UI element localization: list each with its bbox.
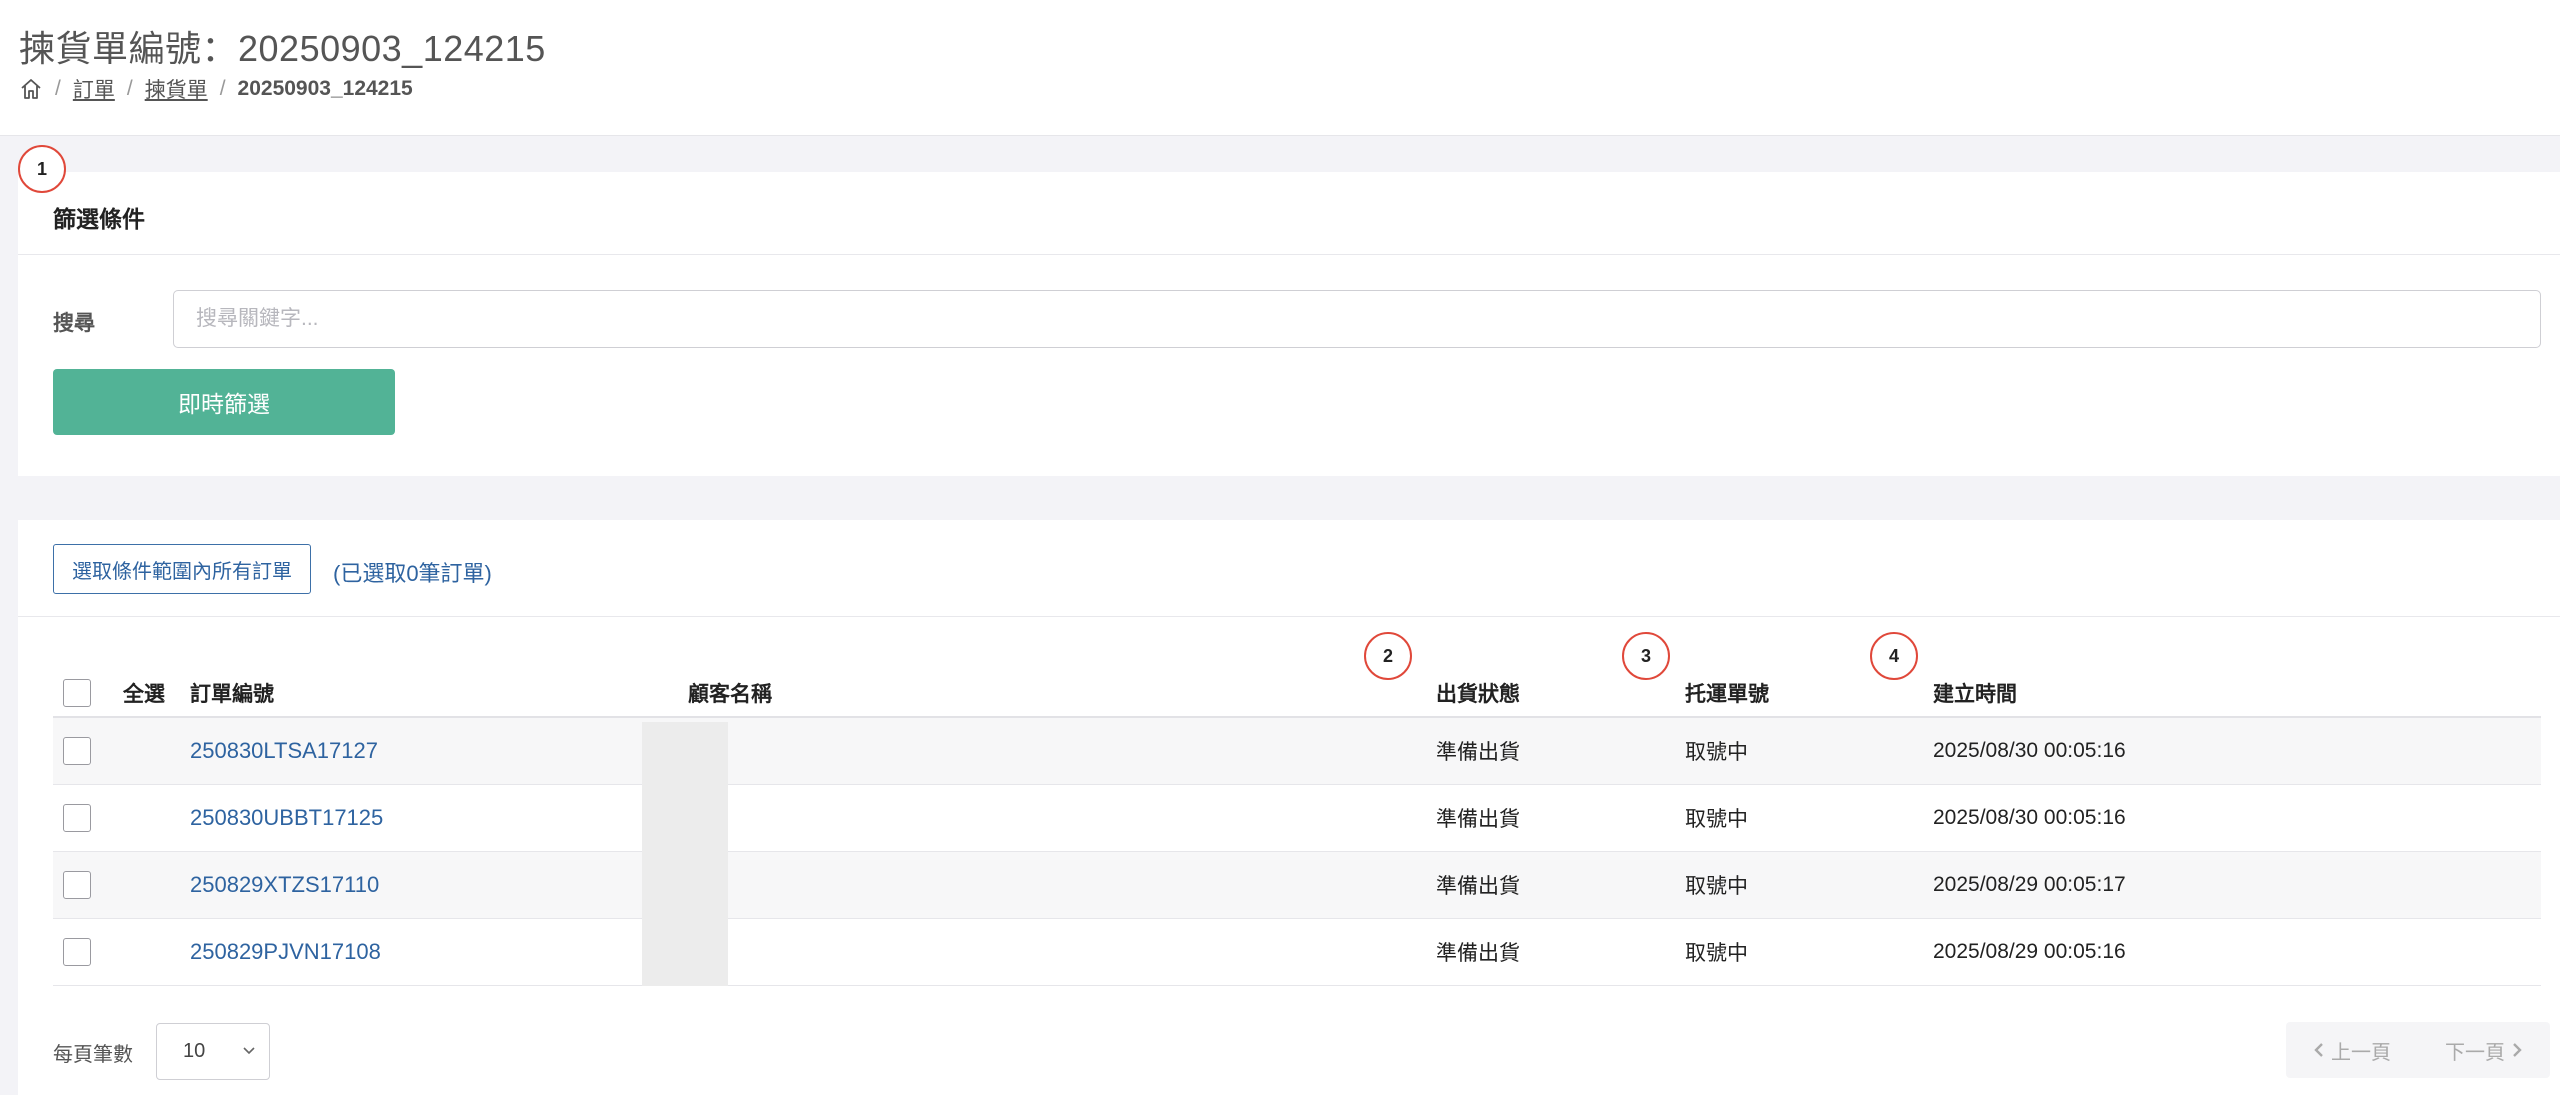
selected-count: (已選取0筆訂單): [333, 561, 492, 586]
order-link[interactable]: 250829XTZS17110: [190, 872, 379, 898]
prev-page-label: 上一頁: [2331, 1041, 2391, 1064]
header-tracking: 托運單號: [1685, 683, 1769, 706]
order-no-cell: 250830LTSA17127: [190, 718, 378, 784]
ship-status-cell: 準備出貨: [1436, 875, 1520, 898]
chevron-left-icon: [2314, 1043, 2323, 1057]
row-checkbox-cell: [63, 919, 91, 985]
instant-filter-button[interactable]: 即時篩選: [53, 369, 395, 435]
annotation-marker-2: 2: [1364, 632, 1412, 680]
tracking-cell: 取號中: [1685, 942, 1748, 965]
annotation-marker-4: 4: [1870, 632, 1918, 680]
breadcrumb-separator: /: [55, 77, 61, 100]
page-size-value: 10: [183, 1040, 206, 1062]
header-order-no: 訂單編號: [190, 683, 274, 706]
breadcrumb-link-orders[interactable]: 訂單: [73, 74, 115, 104]
tracking-cell: 取號中: [1685, 875, 1748, 898]
row-checkbox[interactable]: [63, 804, 91, 832]
created-cell: 2025/08/30 00:05:16: [1933, 739, 2126, 762]
breadcrumb-separator: /: [126, 77, 133, 100]
filter-card-title: 篩選條件: [53, 206, 145, 232]
tracking-cell: 取號中: [1685, 808, 1748, 831]
next-page-label: 下一頁: [2445, 1041, 2505, 1064]
row-checkbox-cell: [63, 785, 91, 851]
search-input[interactable]: [173, 290, 2541, 348]
page-header: 揀貨單編號：20250903_124215 / 訂單 / 揀貨單 / 20250…: [0, 0, 2560, 136]
page-size-label: 每頁筆數: [53, 1044, 133, 1066]
breadcrumb: / 訂單 / 揀貨單 / 20250903_124215: [19, 74, 413, 104]
breadcrumb-separator: /: [219, 77, 226, 100]
search-label: 搜尋: [53, 312, 95, 335]
divider: [18, 254, 2560, 255]
select-all-in-range-button[interactable]: 選取條件範圍內所有訂單: [53, 544, 311, 594]
page-title: 揀貨單編號：20250903_124215: [19, 28, 546, 69]
filter-card: 篩選條件 搜尋 即時篩選: [18, 172, 2560, 476]
order-link[interactable]: 250830LTSA17127: [190, 738, 378, 764]
header-created: 建立時間: [1933, 683, 2017, 706]
header-ship-status: 出貨狀態: [1436, 683, 1520, 706]
next-page-button[interactable]: 下一頁: [2445, 1036, 2523, 1065]
breadcrumb-link-picking-list[interactable]: 揀貨單: [145, 74, 208, 104]
row-checkbox[interactable]: [63, 871, 91, 899]
select-all-checkbox[interactable]: [63, 679, 91, 707]
prev-page-button[interactable]: 上一頁: [2313, 1036, 2391, 1065]
ship-status-cell: 準備出貨: [1436, 942, 1520, 965]
table-row: 250830LTSA17127 準備出貨 取號中 2025/08/30 00:0…: [53, 718, 2541, 785]
breadcrumb-current: 20250903_124215: [237, 77, 413, 100]
table-row: 250830UBBT17125 準備出貨 取號中 2025/08/30 00:0…: [53, 785, 2541, 852]
pagination: 上一頁 下一頁: [2286, 1022, 2550, 1078]
order-link[interactable]: 250829PJVN17108: [190, 939, 381, 965]
table-row: 250829XTZS17110 準備出貨 取號中 2025/08/29 00:0…: [53, 852, 2541, 919]
created-cell: 2025/08/30 00:05:16: [1933, 806, 2126, 829]
ship-status-cell: 準備出貨: [1436, 741, 1520, 764]
customer-name-redaction: [642, 722, 728, 986]
chevron-down-icon: [243, 1047, 255, 1055]
header-customer: 顧客名稱: [688, 683, 772, 706]
order-link[interactable]: 250830UBBT17125: [190, 805, 383, 831]
ship-status-cell: 準備出貨: [1436, 808, 1520, 831]
chevron-right-icon: [2513, 1043, 2522, 1057]
order-table: 全選 訂單編號 顧客名稱 出貨狀態 托運單號 建立時間 250830LTSA17…: [53, 662, 2541, 986]
order-list-card: 選取條件範圍內所有訂單 (已選取0筆訂單) 全選 訂單編號 顧客名稱 出貨狀態 …: [18, 520, 2560, 1095]
annotation-marker-1: 1: [18, 145, 66, 193]
home-icon[interactable]: [19, 77, 43, 101]
order-no-cell: 250829PJVN17108: [190, 919, 381, 985]
annotation-marker-3: 3: [1622, 632, 1670, 680]
header-select-all: 全選: [123, 683, 165, 706]
row-checkbox-cell: [63, 852, 91, 918]
table-row: 250829PJVN17108 準備出貨 取號中 2025/08/29 00:0…: [53, 919, 2541, 986]
order-no-cell: 250829XTZS17110: [190, 852, 379, 918]
divider: [18, 616, 2560, 617]
header-cell-checkbox: [63, 662, 91, 716]
page-size-select[interactable]: 10: [156, 1023, 270, 1080]
order-no-cell: 250830UBBT17125: [190, 785, 383, 851]
row-checkbox[interactable]: [63, 737, 91, 765]
row-checkbox-cell: [63, 718, 91, 784]
table-header: 全選 訂單編號 顧客名稱 出貨狀態 托運單號 建立時間: [53, 662, 2541, 718]
row-checkbox[interactable]: [63, 938, 91, 966]
created-cell: 2025/08/29 00:05:17: [1933, 873, 2126, 896]
tracking-cell: 取號中: [1685, 741, 1748, 764]
created-cell: 2025/08/29 00:05:16: [1933, 940, 2126, 963]
